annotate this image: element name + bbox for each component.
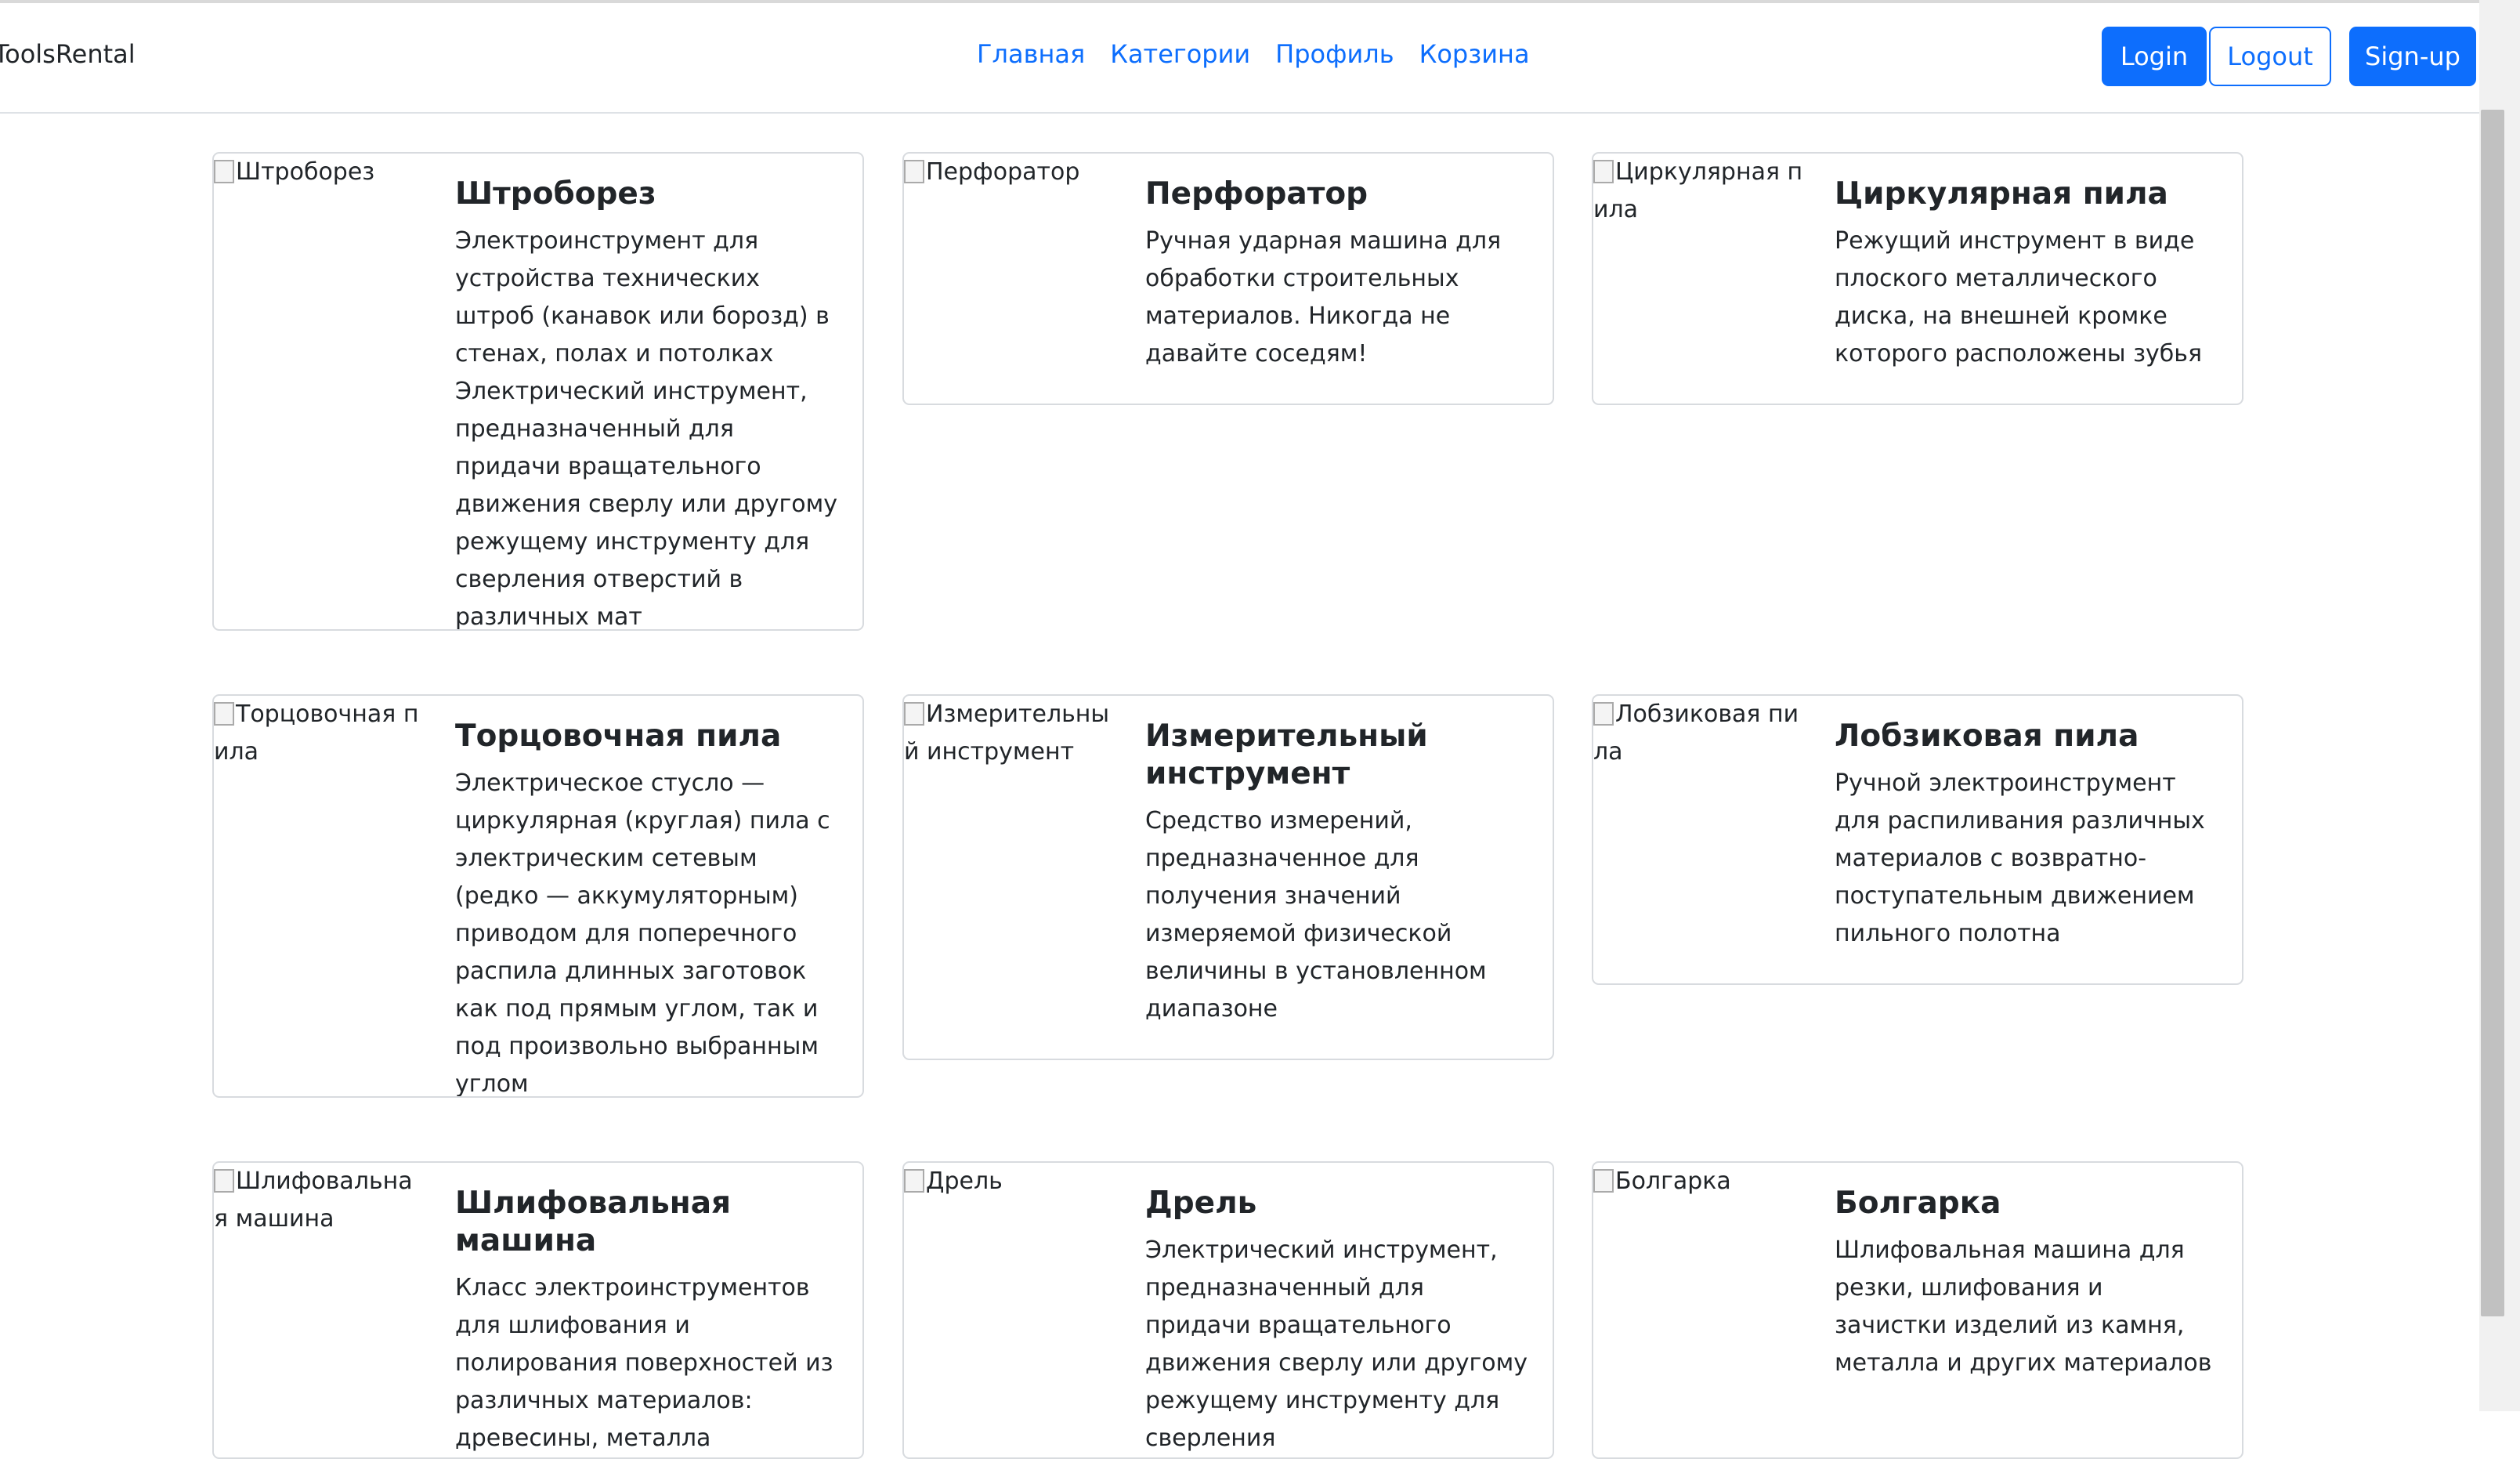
product-image-alt: Болгарка [1615,1168,1731,1195]
product-image[interactable]: Шлифовальная машина [214,1163,425,1238]
broken-image-icon [1593,702,1614,726]
product-description: Средство измерений, предназначенное для … [1145,807,1487,1023]
product-title: Измерительный инструмент [1145,719,1428,791]
signup-button[interactable]: Sign-up [2349,27,2476,86]
nav-link-cart[interactable]: Корзина [1419,39,1530,69]
product-image[interactable]: Торцовочная пила [214,696,425,771]
broken-image-icon [904,702,924,726]
product-image[interactable]: Дрель [904,1163,1115,1200]
product-description: Класс электроинструментов для шлифования… [455,1274,833,1452]
product-image[interactable]: Штроборез [214,154,425,191]
product-description: Шлифовальная машина для резки, шлифовани… [1835,1236,2212,1377]
product-image-alt: Торцовочная пила [214,701,419,766]
scrollbar-thumb[interactable] [2481,110,2504,1316]
product-card[interactable]: Перфоратор Перфоратор Ручная ударная маш… [902,152,1554,405]
product-card[interactable]: Измерительный инструмент Измерительный и… [902,694,1554,1060]
product-title: Болгарка [1835,1186,2001,1221]
nav-link-categories[interactable]: Категории [1110,39,1250,69]
product-image-alt: Измерительный инструмент [904,701,1110,766]
login-button[interactable]: Login [2102,27,2207,86]
broken-image-icon [1593,1169,1614,1193]
broken-image-icon [904,1169,924,1193]
broken-image-icon [214,702,234,726]
product-title: Дрель [1145,1186,1257,1221]
card-body: Болгарка Шлифовальная машина для резки, … [1835,1185,2218,1382]
product-description: Ручная ударная машина для обработки стро… [1145,227,1502,367]
product-card[interactable]: Циркулярная пила Циркулярная пила Режущи… [1592,152,2243,405]
broken-image-icon [904,160,924,183]
product-image[interactable]: Лобзиковая пила [1593,696,1805,771]
product-card[interactable]: Штроборез Штроборез Электроинструмент дл… [212,152,864,631]
product-title: Торцовочная пила [455,719,782,754]
broken-image-icon [214,160,234,183]
product-description: Ручной электроинструмент для распиливани… [1835,769,2205,947]
product-image[interactable]: Циркулярная пила [1593,154,1805,229]
card-body: Лобзиковая пила Ручной электроинструмент… [1835,718,2218,953]
brand-logo[interactable]: ToolsRental [0,39,136,69]
product-description: Электроинструмент для устройства техниче… [455,227,837,631]
product-image-alt: Перфоратор [926,158,1080,186]
product-card[interactable]: Дрель Дрель Электрический инструмент, пр… [902,1161,1554,1459]
product-image-alt: Циркулярная пила [1593,158,1803,223]
card-body: Перфоратор Ручная ударная машина для обр… [1145,176,1529,373]
card-body: Дрель Электрический инструмент, предназн… [1145,1185,1529,1457]
nav-link-profile[interactable]: Профиль [1275,39,1394,69]
card-body: Торцовочная пила Электрическое стусло — … [455,718,839,1098]
card-body: Циркулярная пила Режущий инструмент в ви… [1835,176,2218,373]
product-image-alt: Шлифовальная машина [214,1168,413,1233]
auth-buttons: Login Logout Sign-up [2102,27,2476,86]
product-title: Циркулярная пила [1835,176,2168,212]
product-image-alt: Лобзиковая пила [1593,701,1799,766]
card-body: Измерительный инструмент Средство измере… [1145,718,1529,1028]
product-image[interactable]: Болгарка [1593,1163,1805,1200]
product-image[interactable]: Измерительный инструмент [904,696,1115,771]
logout-button[interactable]: Logout [2209,27,2331,86]
broken-image-icon [1593,160,1614,183]
product-description: Режущий инструмент в виде плоского метал… [1835,227,2203,367]
product-image-alt: Дрель [926,1168,1003,1195]
product-description: Электрическое стусло — циркулярная (круг… [455,769,830,1098]
product-title: Перфоратор [1145,176,1368,212]
vertical-scrollbar[interactable] [2479,0,2520,1411]
product-card[interactable]: Болгарка Болгарка Шлифовальная машина дл… [1592,1161,2243,1459]
product-title: Лобзиковая пила [1835,719,2139,754]
navbar: ToolsRental Главная Категории Профиль Ко… [0,3,2479,114]
broken-image-icon [214,1169,234,1193]
product-card[interactable]: Лобзиковая пила Лобзиковая пила Ручной э… [1592,694,2243,985]
card-body: Шлифовальная машина Класс электроинструм… [455,1185,839,1457]
product-title: Шлифовальная машина [455,1186,732,1258]
nav-links: Главная Категории Профиль Корзина [977,39,1555,69]
product-card[interactable]: Шлифовальная машина Шлифовальная машина … [212,1161,864,1459]
card-body: Штроборез Электроинструмент для устройст… [455,176,839,631]
product-description: Электрический инструмент, предназначенны… [1145,1236,1528,1452]
product-image[interactable]: Перфоратор [904,154,1115,191]
product-image-alt: Штроборез [236,158,375,186]
nav-link-home[interactable]: Главная [977,39,1085,69]
product-title: Штроборез [455,176,656,212]
product-card[interactable]: Торцовочная пила Торцовочная пила Электр… [212,694,864,1098]
